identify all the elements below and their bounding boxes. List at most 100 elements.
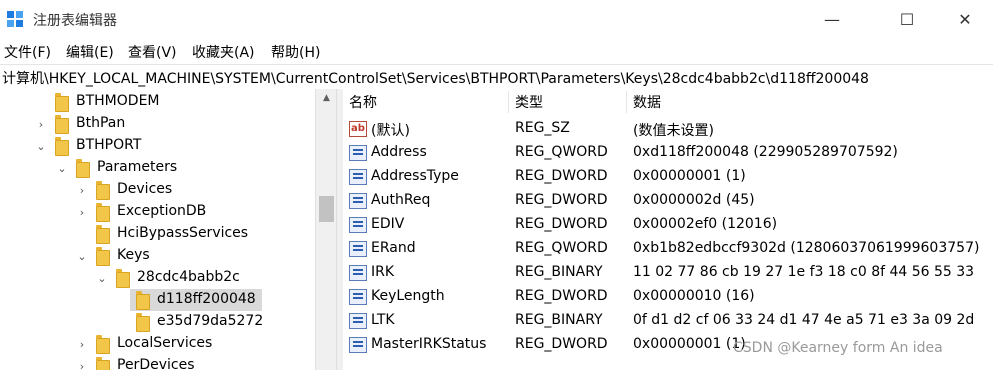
chevron-down-icon[interactable]: ⌄	[96, 272, 108, 285]
binary-value-icon	[349, 169, 367, 185]
value-type: REG_BINARY	[515, 264, 603, 280]
folder-icon	[96, 225, 110, 244]
value-name: ERand	[371, 240, 416, 256]
column-header-type[interactable]: 类型	[509, 89, 626, 115]
tree-item-perdevices[interactable]: › PerDevices	[0, 355, 315, 370]
tree-item-e35d79da5272[interactable]: e35d79da5272	[0, 311, 315, 333]
value-data: 0x00000001 (1)	[633, 336, 746, 352]
binary-value-icon	[349, 313, 367, 329]
binary-value-icon	[349, 289, 367, 305]
tree-item-localservices[interactable]: › LocalServices	[0, 333, 315, 355]
tree-scrollbar[interactable]: ▲	[315, 89, 337, 370]
folder-icon	[96, 335, 110, 354]
minimize-button[interactable]: —	[809, 0, 855, 38]
tree-item-bthpan[interactable]: › BthPan	[0, 113, 315, 135]
address-bar[interactable]: 计算机\HKEY_LOCAL_MACHINE\SYSTEM\CurrentCon…	[0, 64, 993, 90]
tree-item-label: LocalServices	[117, 335, 213, 351]
menu-file[interactable]: 文件(F)	[4, 42, 51, 62]
chevron-right-icon[interactable]: ›	[76, 338, 88, 351]
regedit-app-icon	[7, 11, 23, 27]
value-data: 11 02 77 86 cb 19 27 1e f3 18 c0 8f 44 5…	[633, 264, 975, 280]
folder-icon	[116, 269, 130, 288]
tree-item-label: HciBypassServices	[117, 225, 249, 241]
tree-item-bthport[interactable]: ⌄ BTHPORT	[0, 135, 315, 157]
scroll-thumb[interactable]	[319, 196, 334, 222]
value-type: REG_DWORD	[515, 192, 608, 208]
menu-edit[interactable]: 编辑(E)	[66, 42, 114, 62]
tree-item-label: Devices	[117, 181, 173, 197]
chevron-down-icon[interactable]: ⌄	[56, 162, 68, 175]
folder-icon	[55, 115, 69, 134]
value-row[interactable]: AuthReq REG_DWORD 0x0000002d (45)	[343, 189, 993, 213]
binary-value-icon	[349, 337, 367, 353]
watermark: CSDN @Kearney form An idea	[733, 340, 943, 356]
column-header-name-label: 名称	[349, 95, 377, 111]
tree-item-label: BthPan	[76, 115, 126, 131]
value-row[interactable]: KeyLength REG_DWORD 0x00000010 (16)	[343, 285, 993, 309]
value-data: 0x00000001 (1)	[633, 168, 746, 184]
value-row[interactable]: ERand REG_QWORD 0xb1b82edbccf9302d (1280…	[343, 237, 993, 261]
folder-icon	[96, 181, 110, 200]
menu-view[interactable]: 查看(V)	[128, 42, 177, 62]
tree-item-bthmodem[interactable]: BTHMODEM	[0, 91, 315, 113]
value-data: 0xb1b82edbccf9302d (12806037061999603757…	[633, 240, 980, 256]
folder-icon	[96, 357, 110, 370]
value-type: REG_DWORD	[515, 216, 608, 232]
menu-favorites[interactable]: 收藏夹(A)	[192, 42, 255, 62]
close-button[interactable]: ✕	[942, 0, 988, 38]
tree-item-label: e35d79da5272	[157, 313, 264, 329]
binary-value-icon	[349, 217, 367, 233]
binary-value-icon	[349, 145, 367, 161]
chevron-down-icon[interactable]: ⌄	[35, 140, 47, 153]
chevron-right-icon[interactable]: ›	[76, 184, 88, 197]
address-path[interactable]: 计算机\HKEY_LOCAL_MACHINE\SYSTEM\CurrentCon…	[2, 68, 869, 88]
tree-item-28cdc4babb2c[interactable]: ⌄ 28cdc4babb2c	[0, 267, 315, 289]
value-type: REG_DWORD	[515, 336, 608, 352]
tree-item-label: Parameters	[97, 159, 178, 175]
value-data: 0xd118ff200048 (229905289707592)	[633, 144, 898, 160]
tree-item-devices[interactable]: › Devices	[0, 179, 315, 201]
value-row[interactable]: LTK REG_BINARY 0f d1 d2 cf 06 33 24 d1 4…	[343, 309, 993, 333]
tree-item-label: 28cdc4babb2c	[137, 269, 240, 285]
chevron-down-icon[interactable]: ⌄	[76, 250, 88, 263]
folder-icon	[136, 313, 150, 332]
binary-value-icon	[349, 241, 367, 257]
tree-item-parameters[interactable]: ⌄ Parameters	[0, 157, 315, 179]
tree-item-label: BTHPORT	[76, 137, 142, 153]
binary-value-icon	[349, 265, 367, 281]
values-list: 名称 类型 数据 ab (默认) REG_SZ (数值未设置) Address …	[343, 89, 993, 370]
folder-icon	[136, 291, 150, 310]
menu-help[interactable]: 帮助(H)	[271, 42, 320, 62]
tree-item-exceptiondb[interactable]: › ExceptionDB	[0, 201, 315, 223]
value-type: REG_DWORD	[515, 168, 608, 184]
folder-icon	[55, 93, 69, 112]
column-header-data[interactable]: 数据	[627, 89, 993, 115]
value-name: IRK	[371, 264, 395, 280]
value-type: REG_QWORD	[515, 144, 608, 160]
value-type: REG_QWORD	[515, 240, 608, 256]
value-data: 0x0000002d (45)	[633, 192, 755, 208]
value-row[interactable]: AddressType REG_DWORD 0x00000001 (1)	[343, 165, 993, 189]
column-header-type-label: 类型	[515, 95, 543, 111]
maximize-button[interactable]: ☐	[884, 0, 930, 38]
value-type: REG_SZ	[515, 120, 570, 136]
chevron-right-icon[interactable]: ›	[76, 206, 88, 219]
value-row[interactable]: EDIV REG_DWORD 0x00002ef0 (12016)	[343, 213, 993, 237]
value-data: (数值未设置)	[633, 123, 714, 139]
value-row[interactable]: IRK REG_BINARY 11 02 77 86 cb 19 27 1e f…	[343, 261, 993, 285]
value-name: (默认)	[371, 123, 410, 139]
tree-item-keys[interactable]: ⌄ Keys	[0, 245, 315, 267]
chevron-right-icon[interactable]: ›	[76, 360, 88, 370]
value-name: LTK	[371, 312, 395, 328]
folder-icon	[76, 159, 90, 178]
folder-icon	[96, 203, 110, 222]
value-row[interactable]: Address REG_QWORD 0xd118ff200048 (229905…	[343, 141, 993, 165]
chevron-right-icon[interactable]: ›	[35, 118, 47, 131]
value-type: REG_DWORD	[515, 288, 608, 304]
column-header-name[interactable]: 名称	[343, 89, 508, 115]
value-row[interactable]: ab (默认) REG_SZ (数值未设置)	[343, 117, 993, 141]
tree-item-hcibypassservices[interactable]: HciBypassServices	[0, 223, 315, 245]
value-name: AuthReq	[371, 192, 431, 208]
scroll-up-arrow-icon[interactable]: ▲	[316, 89, 337, 106]
tree-item-d118ff200048[interactable]: d118ff200048	[0, 289, 315, 311]
